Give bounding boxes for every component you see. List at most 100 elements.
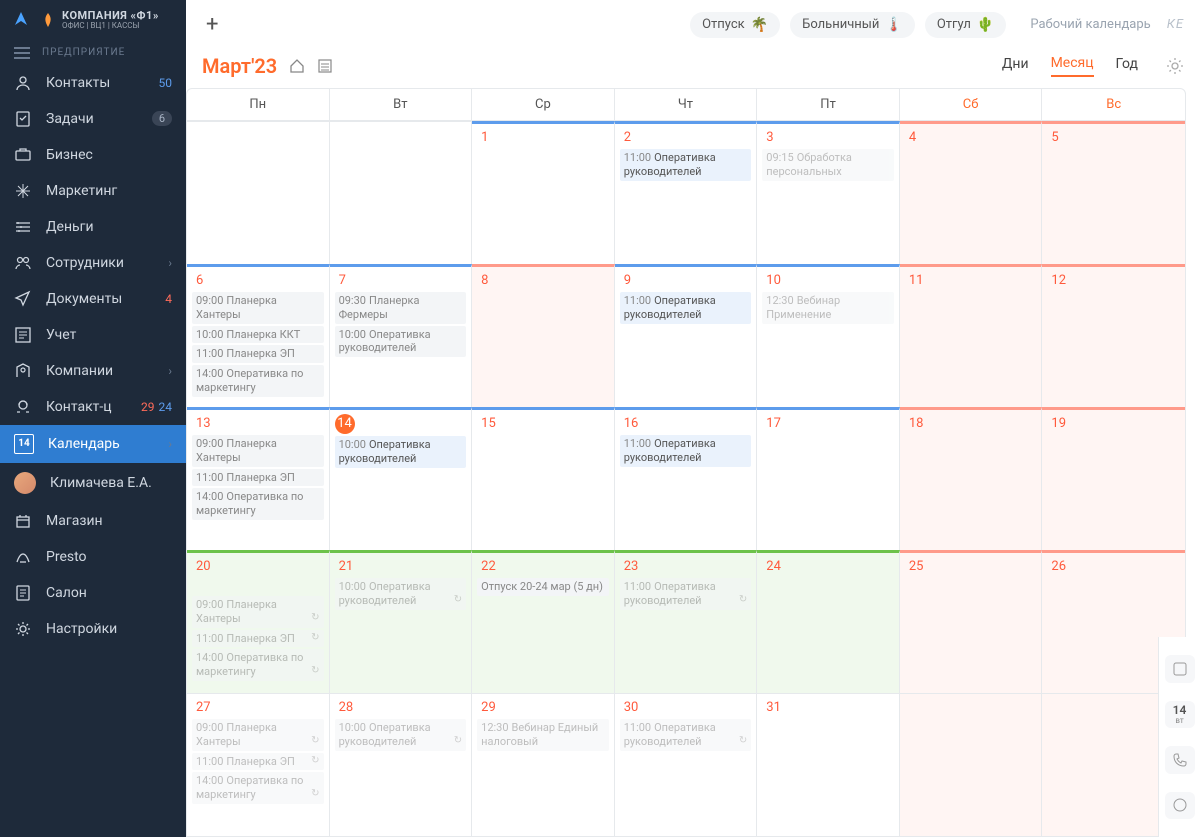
chevron-right-icon: › — [168, 437, 172, 451]
sidebar-item-15[interactable]: Настройки — [0, 611, 186, 647]
calendar-event[interactable]: 11:00Оперативка руководителей↻ — [620, 578, 752, 610]
calendar-event[interactable]: 11:00Оперативка руководителей — [620, 435, 752, 467]
view-tab-day[interactable]: Дни — [1002, 56, 1029, 76]
settings-icon[interactable] — [1166, 57, 1184, 75]
calendar-cell[interactable]: 2009:00Планерка Хантеры↻11:00Планерка ЭП… — [187, 550, 330, 693]
calendar-cell[interactable]: 2110:00Оперативка руководителей↻ — [330, 550, 473, 693]
calendar-event[interactable]: 09:00Планерка Хантеры — [192, 292, 324, 324]
list-icon[interactable] — [317, 58, 333, 74]
calendar-event[interactable]: 11:00Оперативка руководителей — [620, 292, 752, 324]
vacation-label[interactable]: Отпуск 20-24 мар (5 дн) — [477, 578, 609, 596]
home-icon[interactable] — [289, 58, 305, 74]
rail-today[interactable]: 14 вт — [1165, 701, 1195, 729]
calendar-event[interactable]: 11:00Оперативка руководителей↻ — [620, 719, 752, 751]
sidebar-item-1[interactable]: Задачи6 — [0, 101, 186, 137]
calendar-cell[interactable]: 211:00Оперативка руководителей — [615, 121, 758, 264]
calendar-cell[interactable]: 2311:00Оперативка руководителей↻ — [615, 550, 758, 693]
calendar-icon: 14 — [14, 434, 34, 454]
calendar-cell[interactable]: 2810:00Оперативка руководителей↻ — [330, 693, 473, 836]
sidebar-item-14[interactable]: Салон — [0, 575, 186, 611]
sidebar-item-10[interactable]: 14Календарь› — [0, 425, 186, 463]
sidebar-item-2[interactable]: Бизнес — [0, 137, 186, 173]
calendar-event[interactable]: 11:00Планерка ЭП↻ — [192, 630, 324, 648]
day-number: 11 — [905, 271, 928, 290]
hamburger-icon[interactable] — [14, 47, 30, 59]
chip-0[interactable]: Отпуск🌴 — [690, 12, 780, 38]
calendar-cell[interactable]: 2709:00Планерка Хантеры↻11:00Планерка ЭП… — [187, 693, 330, 836]
calendar-cell[interactable]: 22Отпуск 20-24 мар (5 дн) — [472, 550, 615, 693]
calendar-event[interactable]: 09:30Планерка Фермеры — [335, 292, 467, 324]
calendar-event[interactable]: 09:00Планерка Хантеры↻ — [192, 719, 324, 751]
sidebar-item-12[interactable]: Магазин — [0, 503, 186, 539]
view-tab-year[interactable]: Год — [1116, 56, 1138, 76]
calendar-cell[interactable]: 31 — [757, 693, 900, 836]
calendar-cell[interactable]: 1012:30Вебинар Применение — [757, 264, 900, 407]
calendar-cell[interactable]: 609:00Планерка Хантеры10:00Планерка ККТ1… — [187, 264, 330, 407]
sidebar-item-13[interactable]: Presto — [0, 539, 186, 575]
calendar-cell[interactable]: 911:00Оперативка руководителей — [615, 264, 758, 407]
calendar-event[interactable]: 14:00Оперативка по маркетингу — [192, 365, 324, 397]
sidebar-item-5[interactable]: Сотрудники› — [0, 245, 186, 281]
calendar-event[interactable]: 12:30Вебинар Единый налоговый — [477, 719, 609, 751]
ke-label[interactable]: КЕ — [1167, 17, 1184, 32]
calendar-event[interactable]: 09:00Планерка Хантеры↻ — [192, 596, 324, 628]
calendar-cell[interactable]: 1309:00Планерка Хантеры11:00Планерка ЭП1… — [187, 407, 330, 550]
sidebar-item-0[interactable]: Контакты50 — [0, 65, 186, 101]
view-tab-month[interactable]: Месяц — [1051, 55, 1094, 77]
calendar-cell[interactable]: 1611:00Оперативка руководителей — [615, 407, 758, 550]
calendar-event[interactable]: 10:00Оперативка руководителей↻ — [335, 719, 467, 751]
sidebar-item-6[interactable]: Документы4 — [0, 281, 186, 317]
rail-phone-icon[interactable] — [1165, 746, 1195, 774]
calendar-cell[interactable]: 5 — [1042, 121, 1185, 264]
chip-1[interactable]: Больничный🌡️ — [790, 12, 915, 38]
calendar-event[interactable]: 11:00Планерка ЭП — [192, 345, 324, 363]
calendar-event[interactable]: 14:00Оперативка по маркетингу↻ — [192, 649, 324, 681]
calendar-cell[interactable]: 709:30Планерка Фермеры10:00Оперативка ру… — [330, 264, 473, 407]
calendar-event[interactable]: 10:00Оперативка руководителей — [335, 436, 467, 468]
calendar-cell[interactable]: 1 — [472, 121, 615, 264]
calendar-event[interactable]: 11:00Планерка ЭП↻ — [192, 753, 324, 771]
rail-note-icon[interactable] — [1165, 655, 1195, 683]
calendar-event[interactable]: 10:00Планерка ККТ — [192, 326, 324, 344]
calendar-cell[interactable]: 11 — [900, 264, 1043, 407]
calendar-event[interactable]: 10:00Оперативка руководителей — [335, 326, 467, 358]
calendar-cell[interactable]: 3011:00Оперативка руководителей↻ — [615, 693, 758, 836]
calendar-event[interactable]: 14:00Оперативка по маркетингу — [192, 488, 324, 520]
company-logo[interactable]: КОМПАНИЯ «Ф1» ОФИС | ВЦ1 | КАССЫ — [40, 10, 159, 31]
calendar-cell[interactable]: 15 — [472, 407, 615, 550]
calendar-cell[interactable] — [187, 121, 330, 264]
calendar-event[interactable]: 10:00Оперативка руководителей↻ — [335, 578, 467, 610]
sidebar-item-3[interactable]: Маркетинг — [0, 173, 186, 209]
calendar-cell[interactable] — [900, 693, 1043, 836]
sidebar-item-9[interactable]: Контакт-ц2924 — [0, 389, 186, 425]
calendar-cell[interactable]: 4 — [900, 121, 1043, 264]
weekday-header: Сб — [900, 89, 1043, 120]
sidebar-item-4[interactable]: Деньги — [0, 209, 186, 245]
calendar-cell[interactable]: 8 — [472, 264, 615, 407]
calendar-cell[interactable]: 12 — [1042, 264, 1185, 407]
rail-chat-icon[interactable] — [1165, 792, 1195, 820]
app-logo-icon[interactable] — [12, 11, 30, 29]
calendar-event[interactable]: 12:30Вебинар Применение — [762, 292, 894, 324]
sidebar-item-11[interactable]: Климачева Е.А. — [0, 463, 186, 503]
calendar-cell[interactable]: 309:15Обработка персональных — [757, 121, 900, 264]
calendar-cell[interactable]: 2912:30Вебинар Единый налоговый — [472, 693, 615, 836]
add-button[interactable]: + — [202, 8, 222, 41]
calendar-cell[interactable] — [330, 121, 473, 264]
calendar-event[interactable]: 14:00Оперативка по маркетингу↻ — [192, 772, 324, 804]
calendar-cell[interactable]: 24 — [757, 550, 900, 693]
calendar-cell[interactable]: 25 — [900, 550, 1043, 693]
calendar-cell[interactable]: 17 — [757, 407, 900, 550]
calendar-event[interactable]: 09:00Планерка Хантеры — [192, 435, 324, 467]
calendar-event[interactable]: 09:15Обработка персональных — [762, 149, 894, 181]
work-calendar-link[interactable]: Рабочий календарь — [1030, 17, 1150, 32]
sidebar-item-label: Бизнес — [46, 147, 172, 163]
calendar-cell[interactable]: 1410:00Оперативка руководителей — [330, 407, 473, 550]
sidebar-item-8[interactable]: Компании› — [0, 353, 186, 389]
calendar-event[interactable]: 11:00Оперативка руководителей — [620, 149, 752, 181]
calendar-event[interactable]: 11:00Планерка ЭП — [192, 469, 324, 487]
chip-2[interactable]: Отгул🌵 — [925, 12, 1007, 38]
sidebar-item-7[interactable]: Учет — [0, 317, 186, 353]
calendar-cell[interactable]: 18 — [900, 407, 1043, 550]
calendar-cell[interactable]: 19 — [1042, 407, 1185, 550]
